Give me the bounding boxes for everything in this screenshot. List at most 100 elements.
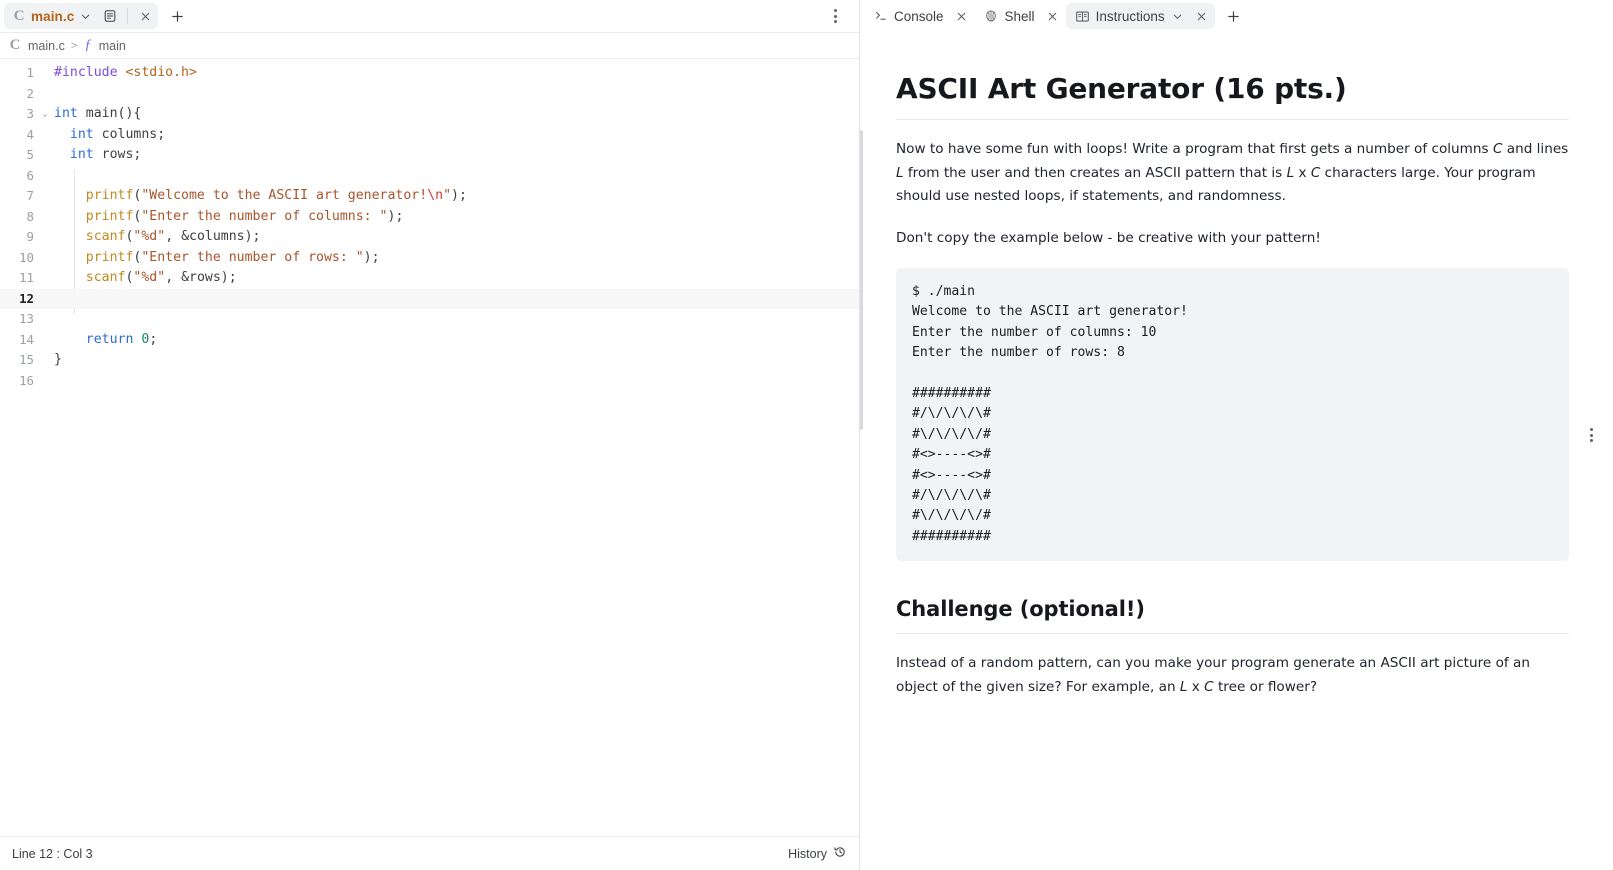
code-line[interactable]: 9 scanf("%d", &columns); [0, 227, 859, 248]
file-preview-icon[interactable] [99, 5, 121, 27]
line-number: 4 [26, 126, 34, 142]
code-token: printf [85, 188, 134, 203]
code-line-text: int main(){ [52, 104, 141, 125]
editor-status-bar: Line 12 : Col 3 History [0, 836, 859, 870]
code-token: " [443, 188, 452, 203]
code-line[interactable]: 15} [0, 350, 859, 371]
page-title: ASCII Art Generator (16 pts.) [896, 72, 1347, 105]
code-token: columns; [93, 126, 166, 142]
right-pane-more-options-icon[interactable] [1581, 425, 1601, 445]
code-token: main(){ [77, 106, 142, 121]
intro-text-b: and lines [1502, 141, 1569, 157]
code-token: int [69, 126, 94, 142]
challenge-text-x: x [1187, 678, 1205, 695]
close-icon[interactable] [952, 6, 972, 26]
history-button[interactable]: History [788, 845, 847, 862]
code-token: printf [85, 249, 134, 265]
editor-scrollbar[interactable] [850, 59, 856, 836]
code-token: ); [387, 208, 404, 224]
function-icon: ƒ [84, 37, 92, 53]
code-editor[interactable]: 1 #include <stdio.h> 2 3 ⌄ int main(){4 int c… [0, 59, 859, 836]
code-line[interactable]: 12 [0, 288, 859, 309]
book-icon [1075, 9, 1090, 24]
code-line-text: printf("Enter the number of columns: "); [52, 207, 404, 228]
code-line[interactable]: 10 printf("Enter the number of rows: "); [0, 248, 859, 269]
console-prompt-icon [873, 9, 888, 24]
intro-text-x: x [1294, 164, 1311, 181]
code-token: ); [451, 188, 467, 203]
editor-more-options-icon[interactable] [825, 6, 845, 26]
intro-paragraph: Now to have some fun with loops! Write a… [896, 138, 1569, 209]
be-creative-paragraph: Don't copy the example below - be creati… [896, 229, 1321, 246]
var-L: L [896, 164, 904, 181]
breadcrumb-symbol-label[interactable]: main [99, 39, 126, 53]
code-token: rows; [93, 147, 142, 162]
code-line[interactable]: 11 scanf("%d", &rows); [0, 268, 859, 289]
code-token: , &rows); [165, 270, 237, 285]
tab-instructions[interactable]: Instructions [1065, 3, 1215, 29]
line-number: 14 [19, 331, 34, 347]
code-token: "Enter the number of columns: " [141, 208, 388, 224]
code-line[interactable]: 13 [0, 309, 859, 330]
fold-chevron-icon[interactable]: ⌄ [38, 104, 52, 125]
code-line[interactable]: 3 ⌄ int main(){ [0, 104, 859, 125]
breadcrumb-c-language-icon: C [9, 37, 21, 53]
tab-console[interactable]: Console [864, 3, 975, 29]
breadcrumb-file-label[interactable]: main.c [28, 39, 65, 53]
line-number: 9 [26, 229, 34, 244]
code-line[interactable]: 14 return 0; [0, 330, 859, 351]
code-lines[interactable]: 1 #include <stdio.h> 2 3 ⌄ int main(){4 int c… [0, 59, 859, 391]
code-line[interactable]: 4 int columns; [0, 125, 859, 146]
var-C-2: C [1310, 164, 1321, 181]
challenge-divider [896, 633, 1569, 635]
code-token: int [54, 106, 78, 121]
tab-filename-label: main.c [31, 8, 75, 24]
intro-text-a: Now to have some fun with loops! Write a… [896, 141, 1493, 157]
replit-ide-window: C main.c C main.c > ƒ main 1 #include <s… [0, 0, 1613, 870]
code-line-text: printf("Welcome to the ASCII art generat… [52, 186, 467, 207]
line-number: 11 [19, 270, 34, 285]
code-line[interactable]: 5 int rows; [0, 145, 859, 166]
tab-main-c[interactable]: C main.c [4, 3, 159, 29]
tab-label: Console [894, 8, 944, 24]
challenge-title: Challenge (optional!) [896, 597, 1145, 622]
code-line[interactable]: 2 [0, 84, 859, 105]
code-line[interactable]: 6 [0, 166, 859, 187]
shell-icon [984, 9, 999, 24]
code-line[interactable]: 8 printf("Enter the number of columns: "… [0, 207, 859, 228]
code-token: <stdio.h> [125, 65, 197, 80]
new-tab-button[interactable] [164, 3, 190, 29]
close-icon[interactable] [134, 5, 156, 27]
code-line-text: #include <stdio.h> [52, 63, 197, 84]
code-line-text: return 0; [52, 330, 158, 351]
line-number: 16 [19, 372, 34, 388]
tab-shell[interactable]: Shell [975, 3, 1066, 29]
line-number: 1 [26, 65, 34, 80]
code-token: } [54, 352, 62, 367]
code-line[interactable]: 1 #include <stdio.h> [0, 63, 859, 84]
code-token: "%d" [133, 270, 166, 285]
code-line-text: int rows; [52, 145, 141, 166]
close-icon[interactable] [1043, 6, 1063, 26]
challenge-var-C: C [1204, 678, 1214, 695]
instructions-scrollbar[interactable] [860, 130, 863, 430]
code-line-text: int columns; [52, 125, 165, 146]
chevron-down-icon[interactable] [79, 10, 92, 23]
breadcrumb-separator: > [70, 39, 78, 52]
code-token: , &columns); [165, 229, 261, 244]
code-token: int [69, 147, 94, 162]
code-line[interactable]: 16 [0, 371, 859, 392]
close-icon[interactable] [1192, 6, 1212, 26]
new-tab-button[interactable] [1221, 3, 1247, 29]
code-line[interactable]: 7 printf("Welcome to the ASCII art gener… [0, 186, 859, 207]
line-number: 8 [26, 208, 34, 224]
code-token: printf [85, 208, 134, 224]
code-token: "%d" [133, 229, 166, 244]
editor-pane: C main.c C main.c > ƒ main 1 #include <s… [0, 0, 859, 870]
chevron-down-icon[interactable] [1171, 10, 1184, 23]
